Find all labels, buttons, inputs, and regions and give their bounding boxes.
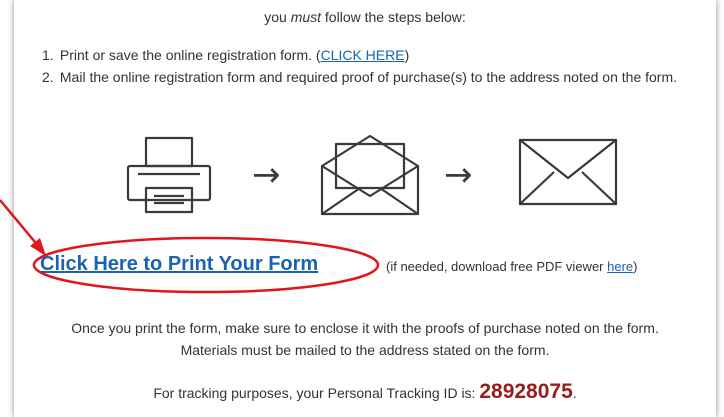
step-2: 2. Mail the online registration form and… xyxy=(42,66,682,88)
intro-emphasis: must xyxy=(290,9,322,25)
tracking-label: For tracking purposes, your Personal Tra… xyxy=(153,385,480,401)
click-here-link[interactable]: CLICK HERE xyxy=(321,47,405,63)
tracking-info: For tracking purposes, your Personal Tra… xyxy=(14,380,716,405)
intro-text: you must follow the steps below: xyxy=(14,8,716,26)
steps-illustration: → → xyxy=(126,134,618,216)
print-form-row: Click Here to Print Your Form (if needed… xyxy=(14,251,716,281)
step-1-after: ) xyxy=(404,47,410,63)
closed-envelope-icon xyxy=(518,138,618,206)
mailing-note-line-2: Materials must be mailed to the address … xyxy=(180,342,550,358)
pdf-note-suffix: ) xyxy=(633,259,638,274)
arrow-icon: → xyxy=(444,155,473,195)
step-number: 1. xyxy=(42,47,54,63)
steps-list: 1. Print or save the online registration… xyxy=(42,44,682,88)
step-1-text: Print or save the online registration fo… xyxy=(59,47,321,63)
intro-suffix: follow the steps below: xyxy=(321,9,466,25)
tracking-id: 28928075 xyxy=(479,380,573,403)
print-form-link[interactable]: Click Here to Print Your Form xyxy=(40,253,318,276)
content-panel: you must follow the steps below: 1. Prin… xyxy=(14,0,716,417)
step-1: 1. Print or save the online registration… xyxy=(42,44,682,66)
intro-prefix: you xyxy=(264,9,291,25)
mailing-note: Once you print the form, make sure to en… xyxy=(14,317,716,361)
mailing-note-line-1: Once you print the form, make sure to en… xyxy=(71,320,659,336)
open-envelope-icon xyxy=(320,134,420,216)
printer-icon xyxy=(126,136,212,214)
step-number: 2. xyxy=(42,69,54,85)
arrow-icon: → xyxy=(252,155,281,195)
pdf-note-prefix: (if needed, download free PDF viewer xyxy=(386,259,608,274)
step-2-text: Mail the online registration form and re… xyxy=(59,69,678,85)
tracking-suffix: . xyxy=(572,385,577,401)
pdf-viewer-note: (if needed, download free PDF viewer her… xyxy=(386,259,638,274)
pdf-viewer-link[interactable]: here xyxy=(607,259,633,274)
page: you must follow the steps below: 1. Prin… xyxy=(0,0,724,417)
